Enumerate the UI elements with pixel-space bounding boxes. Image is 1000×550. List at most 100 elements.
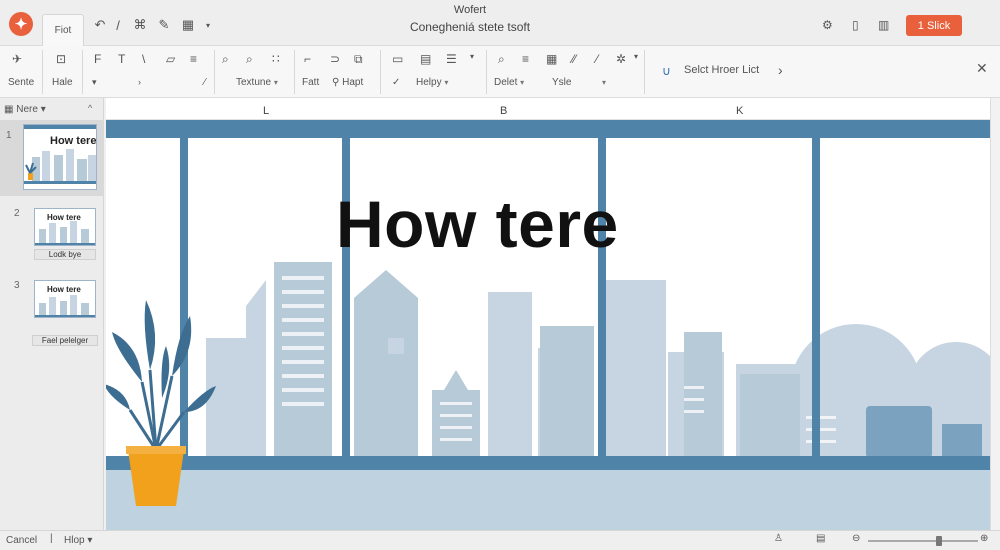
chevron-down-icon[interactable]: ▾ — [92, 77, 97, 88]
search-icon[interactable]: ⌕ — [222, 52, 229, 67]
delet-dropdown[interactable]: Delet ▾ — [494, 77, 524, 88]
chevron-up-icon[interactable]: ^ — [88, 103, 92, 113]
ruler-mark: K — [736, 105, 744, 117]
helpy-dropdown[interactable]: Helpy ▾ — [416, 77, 448, 88]
slide-number: 3 — [14, 280, 20, 291]
grid-icon[interactable]: ▦ — [546, 52, 557, 66]
slide-title[interactable]: How tere — [336, 186, 619, 262]
picture-icon[interactable]: ⧉ — [354, 52, 363, 67]
pen-icon[interactable]: ⁄⁄ — [572, 52, 576, 66]
slide-canvas[interactable]: L B K How tere — [106, 98, 990, 530]
select-label[interactable]: Selct Hroer Lict — [684, 64, 759, 76]
ruler: L B K — [106, 98, 990, 120]
font-icon[interactable]: F — [94, 52, 101, 66]
send-label[interactable]: Sente — [8, 77, 34, 88]
arrange-icon[interactable]: ▤ — [420, 52, 431, 66]
replace-icon[interactable]: ≡ — [522, 52, 529, 66]
ruler-mark: B — [500, 105, 508, 117]
text-icon[interactable]: T — [118, 52, 125, 66]
delet-label: Delet — [494, 77, 518, 88]
chevron-down-icon[interactable]: ▾ — [470, 52, 474, 61]
check-icon[interactable]: ✓ — [392, 77, 400, 88]
status-bar: Cancel | Hlop ▾ ♙ ▤ ⊖ ⊕ — [0, 530, 1000, 550]
thumbnail-title: How tere — [47, 213, 81, 222]
layout-icon[interactable]: ▭ — [392, 52, 403, 66]
accessibility-icon[interactable]: ♙ — [774, 533, 783, 544]
slide-illustration — [106, 120, 990, 530]
app-title: Wofert — [453, 4, 487, 16]
thumbnail-caption: Lodk bye — [34, 249, 96, 260]
panel-header[interactable]: ▦ Nere ▾ — [4, 104, 46, 115]
zoom-in-icon[interactable]: ⊕ — [980, 533, 988, 544]
brush-icon[interactable]: ⁄ — [596, 52, 598, 66]
dots-icon[interactable]: ∷ — [272, 52, 280, 66]
chevron-down-icon[interactable]: ▾ — [602, 77, 606, 88]
panel-header-label: Nere — [16, 104, 38, 115]
ribbon-toolbar: ✈ Sente ⊡ Hale F T \ ▱ ≡ ▾ › ⁄ ⌕ ⌕ ∷ Tex… — [0, 46, 1000, 98]
edit-icon[interactable]: ✎ — [156, 17, 172, 33]
zoom-slider-handle[interactable] — [936, 536, 942, 546]
ribbon-separator — [294, 50, 295, 94]
textune-dropdown[interactable]: Textune ▾ — [236, 77, 278, 88]
ribbon-separator — [42, 50, 43, 94]
hlop-dropdown[interactable]: Hlop ▾ — [64, 535, 92, 546]
comment-icon[interactable]: ⌐ — [304, 52, 311, 66]
app-window: ✦ Fiot ↶ / ⌘ ✎ ▦ ▾ Wofert Conegheniá ste… — [0, 0, 1000, 550]
slash-icon[interactable]: ⁄ — [204, 77, 206, 88]
fatt-label[interactable]: Fatt — [302, 77, 319, 88]
slide-thumbnail-2[interactable]: How tere — [34, 208, 96, 246]
ysle-label[interactable]: Ysle — [552, 77, 571, 88]
textune-label: Textune — [236, 77, 272, 88]
clipboard-icon[interactable]: ▥ — [878, 18, 889, 32]
document-icon[interactable]: ▯ — [852, 18, 859, 32]
slide-thumbnail-3[interactable]: How tere — [34, 280, 96, 318]
chevron-down-icon[interactable]: ▾ — [634, 52, 638, 61]
redo-icon[interactable]: / — [110, 17, 126, 33]
file-tab[interactable]: Fiot — [42, 14, 84, 46]
chevron-right-icon[interactable]: › — [778, 62, 783, 78]
document-title: Conegheniá stete tsoft — [409, 20, 531, 34]
hale-icon[interactable]: ⊡ — [56, 52, 66, 66]
vertical-scrollbar[interactable] — [990, 98, 1000, 530]
settings-icon[interactable]: ⚙ — [822, 18, 833, 32]
chevron-down-icon: ▾ — [520, 78, 525, 87]
hapt-label[interactable]: ⚲ Hapt — [332, 77, 363, 88]
thumbnail-caption: Fael pelelger — [32, 335, 98, 346]
undo-icon[interactable]: ↶ — [92, 17, 108, 33]
slide[interactable]: How tere — [106, 120, 990, 530]
align-icon[interactable]: ≡ — [190, 52, 197, 66]
hlop-label: Hlop — [64, 535, 85, 546]
slide-thumbnail-1[interactable]: How tere — [23, 124, 97, 190]
italic-icon[interactable]: \ — [142, 52, 145, 66]
ribbon-separator — [486, 50, 487, 94]
shape-icon[interactable]: ▱ — [166, 52, 175, 66]
chevron-right-icon[interactable]: › — [138, 77, 141, 87]
share-button[interactable]: 1 Slick — [906, 15, 962, 36]
close-icon[interactable]: ✕ — [976, 60, 988, 77]
crop-icon[interactable]: ⊃ — [330, 52, 340, 66]
list-icon[interactable]: ☰ — [446, 52, 457, 66]
ribbon-separator — [644, 50, 645, 94]
table-icon[interactable]: ▦ — [180, 17, 196, 33]
cancel-button[interactable]: Cancel — [6, 535, 37, 546]
hapt-text: Hapt — [342, 77, 364, 88]
chevron-down-icon: ▾ — [87, 535, 93, 546]
select-icon[interactable]: ∪ — [662, 64, 671, 78]
view-icon[interactable]: ▤ — [816, 533, 825, 544]
chevron-down-icon: ▾ — [273, 78, 278, 87]
find-icon[interactable]: ⌕ — [498, 52, 505, 67]
send-icon[interactable]: ✈ — [12, 52, 22, 66]
magic-icon[interactable]: ✲ — [616, 52, 626, 66]
divider: | — [50, 533, 53, 544]
link-icon[interactable]: ⌘ — [132, 17, 148, 33]
zoom-slider[interactable] — [868, 540, 978, 542]
app-logo-icon[interactable]: ✦ — [9, 12, 33, 36]
zoom-icon[interactable]: ⌕ — [246, 52, 253, 67]
slide-number: 2 — [14, 208, 20, 219]
zoom-out-icon[interactable]: ⊖ — [852, 533, 860, 544]
hale-label[interactable]: Hale — [52, 77, 73, 88]
thumbnail-title: How tere — [50, 135, 97, 147]
ruler-mark: L — [263, 105, 270, 117]
ribbon-separator — [82, 50, 83, 94]
chevron-down-icon[interactable]: ▾ — [200, 17, 216, 33]
